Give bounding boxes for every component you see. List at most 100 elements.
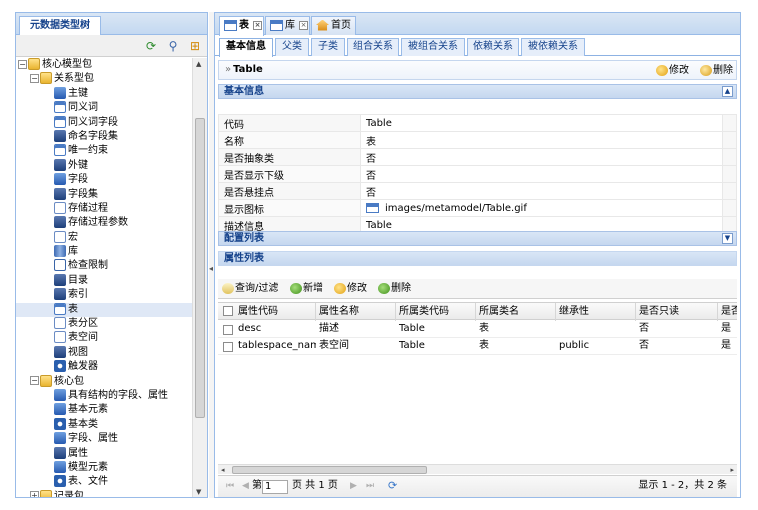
partition-icon	[54, 317, 66, 330]
prev-page-icon[interactable]: ◀	[242, 476, 249, 496]
database-icon	[54, 245, 66, 258]
add-icon[interactable]: ⊞	[188, 39, 202, 53]
tree-item[interactable]: 表、文件	[16, 475, 193, 489]
tree-item[interactable]: 表	[16, 302, 193, 318]
subtab-1[interactable]: 父类	[275, 38, 309, 56]
subtab-3[interactable]: 组合关系	[347, 38, 399, 56]
tree-item[interactable]: 索引	[16, 288, 193, 302]
main-tab-strip: 表 × 库 × 首页	[215, 13, 740, 36]
edit-attr-button[interactable]: 修改	[334, 281, 367, 296]
tree-item[interactable]: 同义词字段	[16, 115, 193, 130]
expand-icon[interactable]: ▼	[722, 233, 733, 244]
subtab-0[interactable]: 基本信息	[219, 38, 273, 57]
delete-attr-button[interactable]: 删除	[378, 281, 411, 296]
tree-item[interactable]: 表分区	[16, 317, 193, 331]
tree-item[interactable]: 主键	[16, 86, 193, 101]
last-page-icon[interactable]: ⏭	[366, 476, 374, 496]
tree-item[interactable]: 属性	[16, 446, 193, 461]
tree-item[interactable]: 基本类	[16, 417, 193, 432]
config-list-header[interactable]: 配置列表 ▼	[218, 231, 737, 246]
synonym-field-icon	[54, 115, 66, 128]
query-icon	[222, 282, 234, 294]
collapse-icon[interactable]: ▲	[722, 86, 733, 97]
hscroll-thumb[interactable]	[232, 466, 427, 474]
table-row[interactable]: tablespace_name表空间 Table 表 public 否 是	[218, 338, 737, 355]
tree-item[interactable]: − 关系型包	[16, 72, 193, 86]
tree-item[interactable]: 字段	[16, 173, 193, 187]
query-filter-button[interactable]: 查询/过滤	[222, 281, 278, 296]
next-page-icon[interactable]: ▶	[350, 476, 357, 496]
tree-item[interactable]: 命名字段集	[16, 129, 193, 144]
subtab-4[interactable]: 被组合关系	[401, 38, 465, 56]
tree-item-label: 表空间	[68, 332, 98, 344]
tree-item[interactable]: 字段、属性	[16, 432, 193, 446]
tree-item[interactable]: − 核心模型包	[16, 58, 193, 72]
tree-item[interactable]: 存储过程	[16, 201, 193, 216]
select-all-checkbox[interactable]	[223, 306, 233, 316]
column-header[interactable]: 所属类名	[476, 303, 556, 321]
tree-item[interactable]: − 核心包	[16, 374, 193, 389]
tree-item[interactable]: 触发器	[16, 360, 193, 374]
table-cell: desc	[238, 323, 262, 334]
tree-item-label: 主键	[68, 87, 88, 99]
row-checkbox[interactable]	[223, 325, 233, 335]
column-header[interactable]: 继承性	[556, 303, 636, 321]
tree-item[interactable]: 基本元素	[16, 403, 193, 417]
scroll-down-icon[interactable]: ▼	[196, 488, 201, 496]
close-icon[interactable]: ×	[299, 20, 308, 30]
tree-item[interactable]: 视图	[16, 345, 193, 360]
scroll-right-icon[interactable]: ▸	[730, 465, 734, 475]
scroll-left-icon[interactable]: ◂	[221, 465, 225, 475]
column-header[interactable]: 是否	[718, 303, 737, 321]
tree-item[interactable]: 检查限制	[16, 259, 193, 273]
grid-hscrollbar[interactable]: ◂ ▸	[218, 464, 737, 474]
edit-button[interactable]: 修改	[656, 63, 689, 78]
filter-icon[interactable]: ⚲	[166, 39, 180, 53]
table-row[interactable]: desc 描述 Table 表 否 是	[218, 321, 737, 338]
tree-item[interactable]: 同义词	[16, 101, 193, 115]
column-header[interactable]: 是否只读	[636, 303, 718, 321]
table-cell: 表	[479, 323, 489, 334]
tree-item[interactable]: 库	[16, 245, 193, 259]
collapse-icon[interactable]: −	[30, 376, 39, 386]
tree-item[interactable]: 宏	[16, 230, 193, 245]
column-header[interactable]: 所属类代码	[396, 303, 476, 321]
field-set-icon	[54, 187, 66, 200]
scroll-up-icon[interactable]: ▲	[196, 60, 201, 68]
tree-item[interactable]: 字段集	[16, 187, 193, 202]
collapse-icon[interactable]: −	[30, 73, 39, 83]
add-button[interactable]: 新增	[290, 281, 323, 296]
tree-item[interactable]: 目录	[16, 273, 193, 288]
tab-home[interactable]: 首页	[311, 16, 356, 35]
row-checkbox[interactable]	[223, 342, 233, 352]
column-header[interactable]: 属性代码	[235, 303, 316, 321]
tab-database[interactable]: 库 ×	[265, 16, 310, 35]
basic-info-header[interactable]: 基本信息 ▲	[218, 84, 737, 99]
page-number-input[interactable]: 1	[262, 480, 288, 494]
collapse-arrow-icon[interactable]: ◂	[209, 264, 213, 273]
refresh-icon[interactable]: ⟳	[144, 39, 158, 53]
tab-metadata-tree[interactable]: 元数据类型树	[19, 16, 101, 35]
tree-item[interactable]: 唯一约束	[16, 144, 193, 158]
delete-button[interactable]: 删除	[700, 63, 733, 78]
tree-item[interactable]: 模型元素	[16, 460, 193, 475]
tree-item-label: 存储过程	[68, 202, 108, 214]
macro-icon	[54, 230, 66, 243]
tab-table[interactable]: 表 ×	[219, 16, 264, 36]
subtab-2[interactable]: 子类	[311, 38, 345, 56]
subtab-6[interactable]: 被依赖关系	[521, 38, 585, 56]
subtab-5[interactable]: 依赖关系	[467, 38, 519, 56]
tree-item[interactable]: 具有结构的字段、属性	[16, 388, 193, 403]
tree-scrollbar[interactable]: ▲ ▼	[192, 58, 207, 497]
tree-item[interactable]: 存储过程参数	[16, 216, 193, 230]
expand-icon[interactable]: +	[30, 491, 39, 497]
collapse-icon[interactable]: −	[18, 59, 27, 69]
scrollbar-thumb[interactable]	[195, 118, 205, 418]
close-icon[interactable]: ×	[253, 20, 262, 30]
column-header[interactable]: 属性名称	[316, 303, 396, 321]
refresh-icon[interactable]: ⟳	[388, 476, 397, 496]
tree-item[interactable]: 外键	[16, 158, 193, 173]
first-page-icon[interactable]: ⏮	[226, 476, 234, 496]
tree-item[interactable]: + 记录包	[16, 489, 193, 497]
tree-item[interactable]: 表空间	[16, 331, 193, 345]
